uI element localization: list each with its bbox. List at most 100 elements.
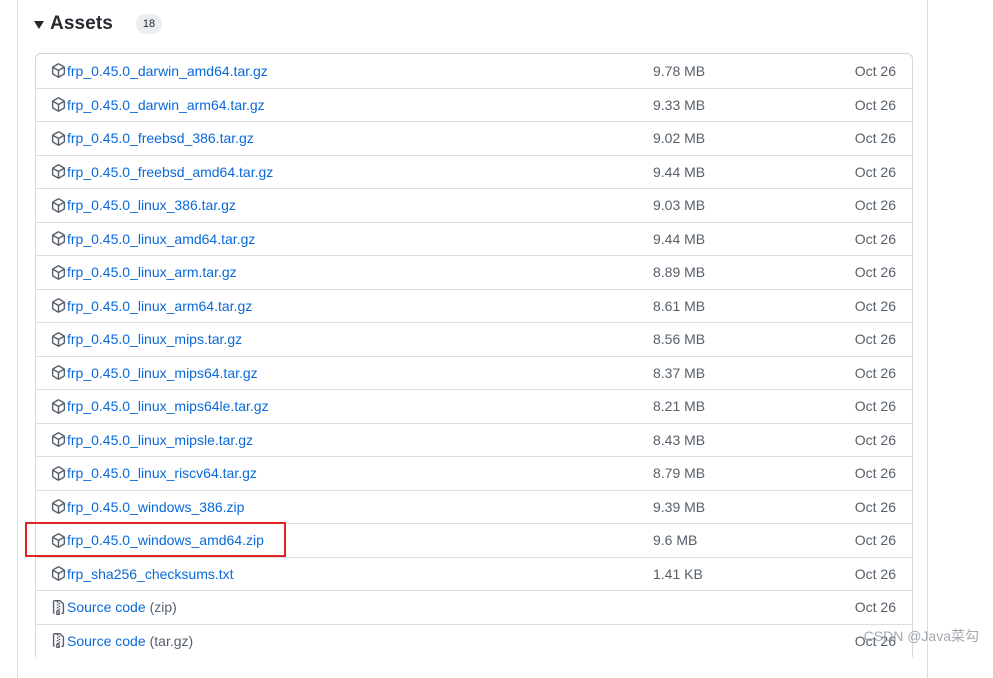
asset-date: Oct 26	[854, 197, 896, 214]
asset-size: 9.78 MB	[653, 62, 706, 79]
asset-download-link[interactable]: Source code (zip)	[51, 591, 177, 624]
asset-row: frp_0.45.0_linux_mipsle.tar.gz 8.43 MB Oct…	[36, 422, 912, 457]
package-icon	[51, 130, 67, 146]
asset-date: Oct 26	[854, 96, 896, 113]
package-icon	[51, 499, 67, 515]
asset-date: Oct 26	[854, 230, 896, 247]
package-icon	[51, 298, 67, 314]
watermark: CSDN @Java菜勾	[863, 628, 979, 644]
assets-summary[interactable]: Assets 18	[34, 11, 163, 37]
asset-date: Oct 26	[854, 297, 896, 314]
asset-name-label: Source code	[67, 599, 146, 616]
asset-date: Oct 26	[854, 498, 896, 515]
asset-row: frp_0.45.0_freebsd_386.tar.gz 9.02 MB Oct …	[36, 121, 912, 155]
asset-format-suffix: (tar.gz)	[149, 632, 194, 649]
asset-download-link[interactable]: frp_0.45.0_darwin_amd64.tar.gz	[51, 54, 268, 88]
asset-download-link[interactable]: frp_0.45.0_linux_mips64le.tar.gz	[51, 390, 269, 423]
package-icon	[51, 465, 67, 481]
asset-row: frp_0.45.0_freebsd_amd64.tar.gz 9.44 MB Oc…	[36, 154, 912, 189]
asset-name-label: frp_0.45.0_linux_amd64.tar.gz	[67, 230, 256, 247]
asset-name-label: frp_0.45.0_linux_arm64.tar.gz	[67, 297, 253, 314]
asset-row: frp_0.45.0_linux_arm.tar.gz 8.89 MB Oct 26	[36, 255, 912, 289]
asset-name-label: frp_0.45.0_linux_mips64.tar.gz	[67, 364, 258, 381]
asset-name-label: Source code	[67, 632, 146, 649]
asset-size: 1.41 KB	[653, 565, 703, 582]
package-icon	[51, 432, 67, 448]
asset-download-link[interactable]: frp_0.45.0_linux_amd64.tar.gz	[51, 223, 255, 256]
asset-date: Oct 26	[854, 62, 896, 79]
asset-row: frp_0.45.0_linux_mips64le.tar.gz 8.21 MB O…	[36, 389, 912, 423]
asset-download-link[interactable]: frp_0.45.0_linux_mipsle.tar.gz	[51, 424, 253, 457]
asset-size: 8.79 MB	[653, 465, 706, 482]
asset-download-link[interactable]: frp_0.45.0_linux_arm64.tar.gz	[51, 290, 252, 323]
asset-download-link[interactable]: frp_0.45.0_windows_386.zip	[51, 491, 244, 524]
package-icon	[51, 566, 67, 582]
asset-date: Oct 26	[854, 431, 896, 448]
asset-name-label: frp_0.45.0_freebsd_386.tar.gz	[67, 130, 254, 147]
asset-row: frp_0.45.0_linux_riscv64.tar.gz 8.79 MB Oc…	[36, 456, 912, 490]
asset-date: Oct 26	[854, 398, 896, 415]
asset-date: Oct 26	[854, 599, 896, 616]
package-icon	[51, 264, 67, 280]
package-icon	[51, 197, 67, 213]
caret-down-icon[interactable]	[34, 21, 44, 29]
package-icon	[51, 164, 67, 180]
asset-row: Source code (tar.gz) Oct 26	[36, 623, 912, 658]
asset-size: 8.56 MB	[653, 331, 706, 348]
asset-size: 9.33 MB	[653, 96, 706, 113]
asset-download-link[interactable]: Source code (tar.gz)	[51, 625, 193, 658]
asset-row: frp_0.45.0_windows_amd64.zip 9.6 MB Oct 26	[36, 523, 912, 557]
asset-download-link[interactable]: frp_0.45.0_linux_mips64.tar.gz	[51, 357, 258, 390]
asset-row: Source code (zip) Oct 26	[36, 590, 912, 624]
package-icon	[51, 63, 67, 79]
asset-row: frp_0.45.0_darwin_amd64.tar.gz 9.78 MB Oct…	[36, 54, 912, 88]
asset-row: frp_0.45.0_linux_mips.tar.gz 8.56 MB Oct 2…	[36, 322, 912, 356]
asset-size: 9.02 MB	[653, 130, 706, 147]
asset-row: frp_0.45.0_windows_386.zip 9.39 MB Oct 26	[36, 489, 912, 524]
asset-size: 8.89 MB	[653, 264, 706, 281]
asset-size: 9.6 MB	[653, 532, 698, 549]
asset-name-label: frp_0.45.0_darwin_arm64.tar.gz	[67, 96, 265, 113]
asset-download-link[interactable]: frp_0.45.0_linux_riscv64.tar.gz	[51, 457, 257, 490]
asset-date: Oct 26	[854, 163, 896, 180]
asset-date: Oct 26	[854, 331, 896, 348]
asset-download-link[interactable]: frp_sha256_checksums.txt	[51, 558, 234, 591]
asset-download-link[interactable]: frp_0.45.0_freebsd_386.tar.gz	[51, 122, 254, 155]
asset-size: 9.44 MB	[653, 163, 706, 180]
asset-row: frp_0.45.0_darwin_arm64.tar.gz 9.33 MB Oct…	[36, 87, 912, 122]
package-icon	[51, 97, 67, 113]
asset-date: Oct 26	[854, 130, 896, 147]
asset-row: frp_0.45.0_linux_amd64.tar.gz 9.44 MB Oct …	[36, 221, 912, 256]
package-icon	[51, 365, 67, 381]
asset-name-label: frp_0.45.0_linux_mips.tar.gz	[67, 331, 243, 348]
asset-name-label: frp_0.45.0_windows_386.zip	[67, 498, 245, 515]
asset-name-label: frp_0.45.0_linux_386.tar.gz	[67, 197, 236, 214]
asset-row: frp_0.45.0_linux_386.tar.gz 9.03 MB Oct 26	[36, 188, 912, 222]
asset-download-link[interactable]: frp_0.45.0_linux_mips.tar.gz	[51, 323, 242, 356]
asset-size: 8.43 MB	[653, 431, 706, 448]
asset-date: Oct 26	[854, 264, 896, 281]
asset-date: Oct 26	[854, 532, 896, 549]
asset-list: frp_0.45.0_darwin_amd64.tar.gz 9.78 MB Oct…	[35, 53, 913, 657]
asset-size: 9.03 MB	[653, 197, 706, 214]
asset-name-label: frp_0.45.0_freebsd_amd64.tar.gz	[67, 163, 274, 180]
asset-download-link[interactable]: frp_0.45.0_windows_amd64.zip	[51, 524, 264, 557]
asset-download-link[interactable]: frp_0.45.0_darwin_arm64.tar.gz	[51, 89, 265, 122]
asset-row: frp_sha256_checksums.txt 1.41 KB Oct 26	[36, 556, 912, 591]
asset-download-link[interactable]: frp_0.45.0_linux_arm.tar.gz	[51, 256, 237, 289]
package-icon	[51, 231, 67, 247]
assets-count-badge: 18	[135, 14, 163, 34]
asset-download-link[interactable]: frp_0.45.0_linux_386.tar.gz	[51, 189, 236, 222]
asset-download-link[interactable]: frp_0.45.0_freebsd_amd64.tar.gz	[51, 156, 273, 189]
asset-name-label: frp_0.45.0_linux_mipsle.tar.gz	[67, 431, 253, 448]
asset-size: 9.44 MB	[653, 230, 706, 247]
asset-name-label: frp_0.45.0_linux_arm.tar.gz	[67, 264, 237, 281]
package-icon	[51, 398, 67, 414]
asset-size: 8.21 MB	[653, 398, 706, 415]
file-zip-icon	[51, 633, 67, 649]
asset-format-suffix: (zip)	[149, 599, 177, 616]
asset-date: Oct 26	[854, 565, 896, 582]
asset-row: frp_0.45.0_linux_arm64.tar.gz 8.61 MB Oct …	[36, 288, 912, 323]
asset-name-label: frp_0.45.0_windows_amd64.zip	[67, 532, 264, 549]
assets-title: Assets	[50, 13, 113, 34]
